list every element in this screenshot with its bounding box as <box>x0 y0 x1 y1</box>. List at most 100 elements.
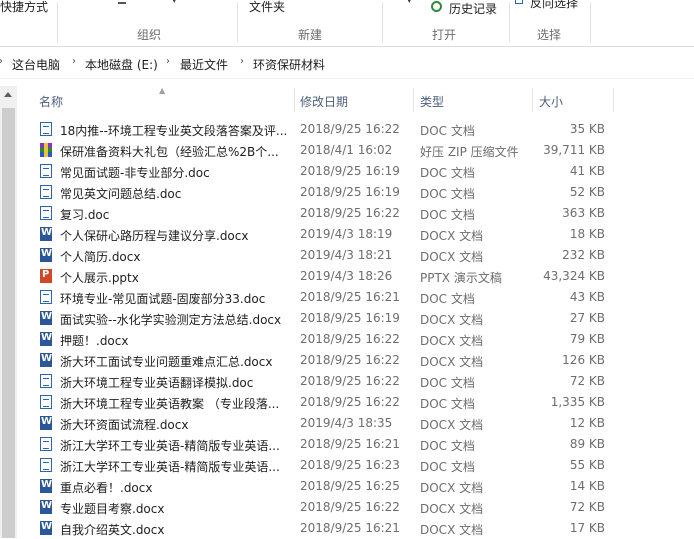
history-button[interactable]: 历史记录 <box>449 0 497 17</box>
vertical-scrollbar[interactable] <box>0 86 17 538</box>
file-name: 重点必看！.docx <box>60 481 153 495</box>
file-size: 18 KB <box>569 227 605 241</box>
file-name: 自我介绍英文.docx <box>60 523 165 537</box>
file-type: DOCX 文档 <box>420 523 484 537</box>
quick-access-label[interactable]: 快捷方式 <box>0 0 48 15</box>
column-header-size-label: 大小 <box>539 95 564 109</box>
breadcrumb-recent-files[interactable]: 最近文件 <box>180 56 228 73</box>
file-modified-date: 2018/9/25 16:22 <box>300 206 400 220</box>
column-header-type[interactable]: 类型 <box>414 88 532 112</box>
file-size: 35 KB <box>569 122 605 136</box>
chevron-right-icon[interactable]: › <box>240 56 244 67</box>
file-name: 个人保研心路历程与建议分享.docx <box>60 229 249 243</box>
file-type: DOC 文档 <box>420 208 475 222</box>
file-modified-date: 2019/4/3 18:19 <box>300 227 393 241</box>
file-row[interactable]: 保研准备资料大礼包（经验汇总%2B个... 2018/4/1 16:02 好压 ZI… <box>36 140 614 161</box>
column-divider[interactable] <box>613 88 614 112</box>
file-type: DOCX 文档 <box>420 481 484 495</box>
file-size: 17 KB <box>569 521 605 535</box>
file-row[interactable]: 浙江大学环工专业英语-精简版专业英语... 2018/9/25 16:23 DOC … <box>36 455 614 476</box>
file-row[interactable]: 重点必看！.docx 2018/9/25 16:25 DOCX 文档 14 KB <box>36 476 614 497</box>
chevron-down-icon[interactable]: ▾ <box>172 0 177 6</box>
file-type: DOCX 文档 <box>420 229 484 243</box>
file-name: 浙江大学环工专业英语-精简版专业英语... <box>60 460 280 474</box>
select-group-caption: 选择 <box>537 28 562 42</box>
file-row[interactable]: 环境专业-常见面试题-固废部分33.doc 2018/9/25 16:21 DOC … <box>36 287 614 308</box>
file-row[interactable]: 常见面试题-非专业部分.doc 2018/9/25 16:19 DOC 文档 41 K… <box>36 161 614 182</box>
file-name: 面试实验--水化学实验测定方法总结.docx <box>60 313 282 327</box>
breadcrumb-local-disk[interactable]: 本地磁盘 (E:) <box>85 56 158 73</box>
file-size: 232 KB <box>562 248 605 262</box>
file-row[interactable]: 浙大环境工程专业英语教案 （专业段落... 2018/9/25 16:22 DOC … <box>36 392 614 413</box>
file-row[interactable]: 常见英文问题总结.doc 2018/9/25 16:19 DOC 文档 52 KB <box>36 182 614 203</box>
file-row[interactable]: 浙大环资面试流程.docx 2019/4/3 18:35 DOCX 文档 12 KB <box>36 413 614 434</box>
file-row[interactable]: 浙大环境工程专业英语翻译模拟.doc 2018/9/25 16:22 DOC 文档 7… <box>36 371 614 392</box>
file-row[interactable]: 个人保研心路历程与建议分享.docx 2019/4/3 18:19 DOCX 文档 1… <box>36 224 614 245</box>
file-size: 14 KB <box>569 479 605 493</box>
file-modified-date: 2018/9/25 16:22 <box>300 353 400 367</box>
breadcrumb-this-pc[interactable]: 这台电脑 <box>12 56 60 73</box>
file-modified-date: 2018/9/25 16:23 <box>300 458 400 472</box>
file-size: 43,324 KB <box>543 269 605 283</box>
chevron-down-icon[interactable]: ▾ <box>407 0 412 6</box>
ribbon-separator <box>237 2 238 42</box>
file-row[interactable]: 自我介绍英文.docx 2018/9/25 16:21 DOCX 文档 17 KB <box>36 518 614 539</box>
column-header-name[interactable]: 名称 <box>36 88 294 112</box>
file-modified-date: 2018/4/1 16:02 <box>300 143 393 157</box>
docx-file-icon <box>40 521 52 535</box>
file-name: 常见英文问题总结.doc <box>60 187 182 201</box>
breadcrumb-current-folder[interactable]: 环资保研材料 <box>253 56 325 73</box>
organize-group-caption: 组织 <box>137 28 162 42</box>
file-row[interactable]: 面试实验--水化学实验测定方法总结.docx 2018/9/25 16:19 DOC… <box>36 308 614 329</box>
file-modified-date: 2018/9/25 16:19 <box>300 185 400 199</box>
file-type: DOC 文档 <box>420 460 475 474</box>
file-modified-date: 2018/9/25 16:22 <box>300 332 400 346</box>
file-modified-date: 2019/4/3 18:21 <box>300 248 393 262</box>
scrollbar-thumb[interactable] <box>2 108 15 538</box>
cut-icon[interactable] <box>118 0 126 4</box>
file-type: DOCX 文档 <box>420 313 484 327</box>
file-name: 常见面试题-非专业部分.doc <box>60 166 210 180</box>
file-modified-date: 2019/4/3 18:26 <box>300 269 393 283</box>
file-type: DOCX 文档 <box>420 250 484 264</box>
chevron-right-icon[interactable]: › <box>72 56 76 67</box>
column-header-date[interactable]: 修改日期 <box>295 88 413 112</box>
file-type: DOCX 文档 <box>420 502 484 516</box>
column-header-date-label: 修改日期 <box>300 95 349 109</box>
file-type: DOC 文档 <box>420 292 475 306</box>
file-row[interactable]: 浙大环工面试专业问题重难点汇总.docx 2018/9/25 16:22 DOCX … <box>36 350 614 371</box>
invert-selection-button[interactable]: 反向选择 <box>530 0 578 11</box>
file-type: PPTX 演示文稿 <box>420 271 502 285</box>
doc-file-icon <box>40 206 52 220</box>
ribbon: 快捷方式 ▾ 组织 文件夹 新建 ▾ 历史记录 打开 反向选择 选择 <box>0 0 694 47</box>
chevron-right-icon[interactable]: › <box>166 56 170 67</box>
file-size: 72 KB <box>569 374 605 388</box>
address-bar[interactable]: › 这台电脑 › 本地磁盘 (E:) › 最近文件 › 环资保研材料 <box>0 53 694 75</box>
file-row[interactable]: 18内推--环境工程专业英文段落答案及评... 2018/9/25 16:22 DO… <box>36 119 614 140</box>
doc-file-icon <box>40 185 52 199</box>
new-folder-label[interactable]: 文件夹 <box>249 0 285 15</box>
file-size: 12 KB <box>569 416 605 430</box>
column-header-size[interactable]: 大小 <box>533 88 613 112</box>
file-modified-date: 2018/9/25 16:22 <box>300 500 400 514</box>
docx-file-icon <box>40 248 52 262</box>
doc-file-icon <box>40 458 52 472</box>
file-modified-date: 2018/9/25 16:22 <box>300 122 400 136</box>
file-row[interactable]: 复习.doc 2018/9/25 16:22 DOC 文档 363 KB <box>36 203 614 224</box>
new-group-caption: 新建 <box>298 28 323 42</box>
file-name: 押题！.docx <box>60 334 129 348</box>
file-modified-date: 2018/9/25 16:19 <box>300 164 400 178</box>
chevron-right-icon: › <box>0 56 3 67</box>
file-size: 55 KB <box>569 458 605 472</box>
file-row[interactable]: 押题！.docx 2018/9/25 16:22 DOCX 文档 79 KB <box>36 329 614 350</box>
file-row[interactable]: 浙江大学环工专业英语-精简版专业英语... 2018/9/25 16:21 DOC … <box>36 434 614 455</box>
file-name: 浙大环境工程专业英语翻译模拟.doc <box>60 376 254 390</box>
file-row[interactable]: 专业题目考察.docx 2018/9/25 16:22 DOCX 文档 72 KB <box>36 497 614 518</box>
docx-file-icon <box>40 479 52 493</box>
file-row[interactable]: 个人展示.pptx 2019/4/3 18:26 PPTX 演示文稿 43,324 K… <box>36 266 614 287</box>
file-size: 363 KB <box>562 206 605 220</box>
doc-file-icon <box>40 437 52 451</box>
file-row[interactable]: 个人简历.docx 2019/4/3 18:21 DOCX 文档 232 KB <box>36 245 614 266</box>
history-icon <box>431 1 442 12</box>
scroll-up-icon[interactable] <box>4 92 12 97</box>
